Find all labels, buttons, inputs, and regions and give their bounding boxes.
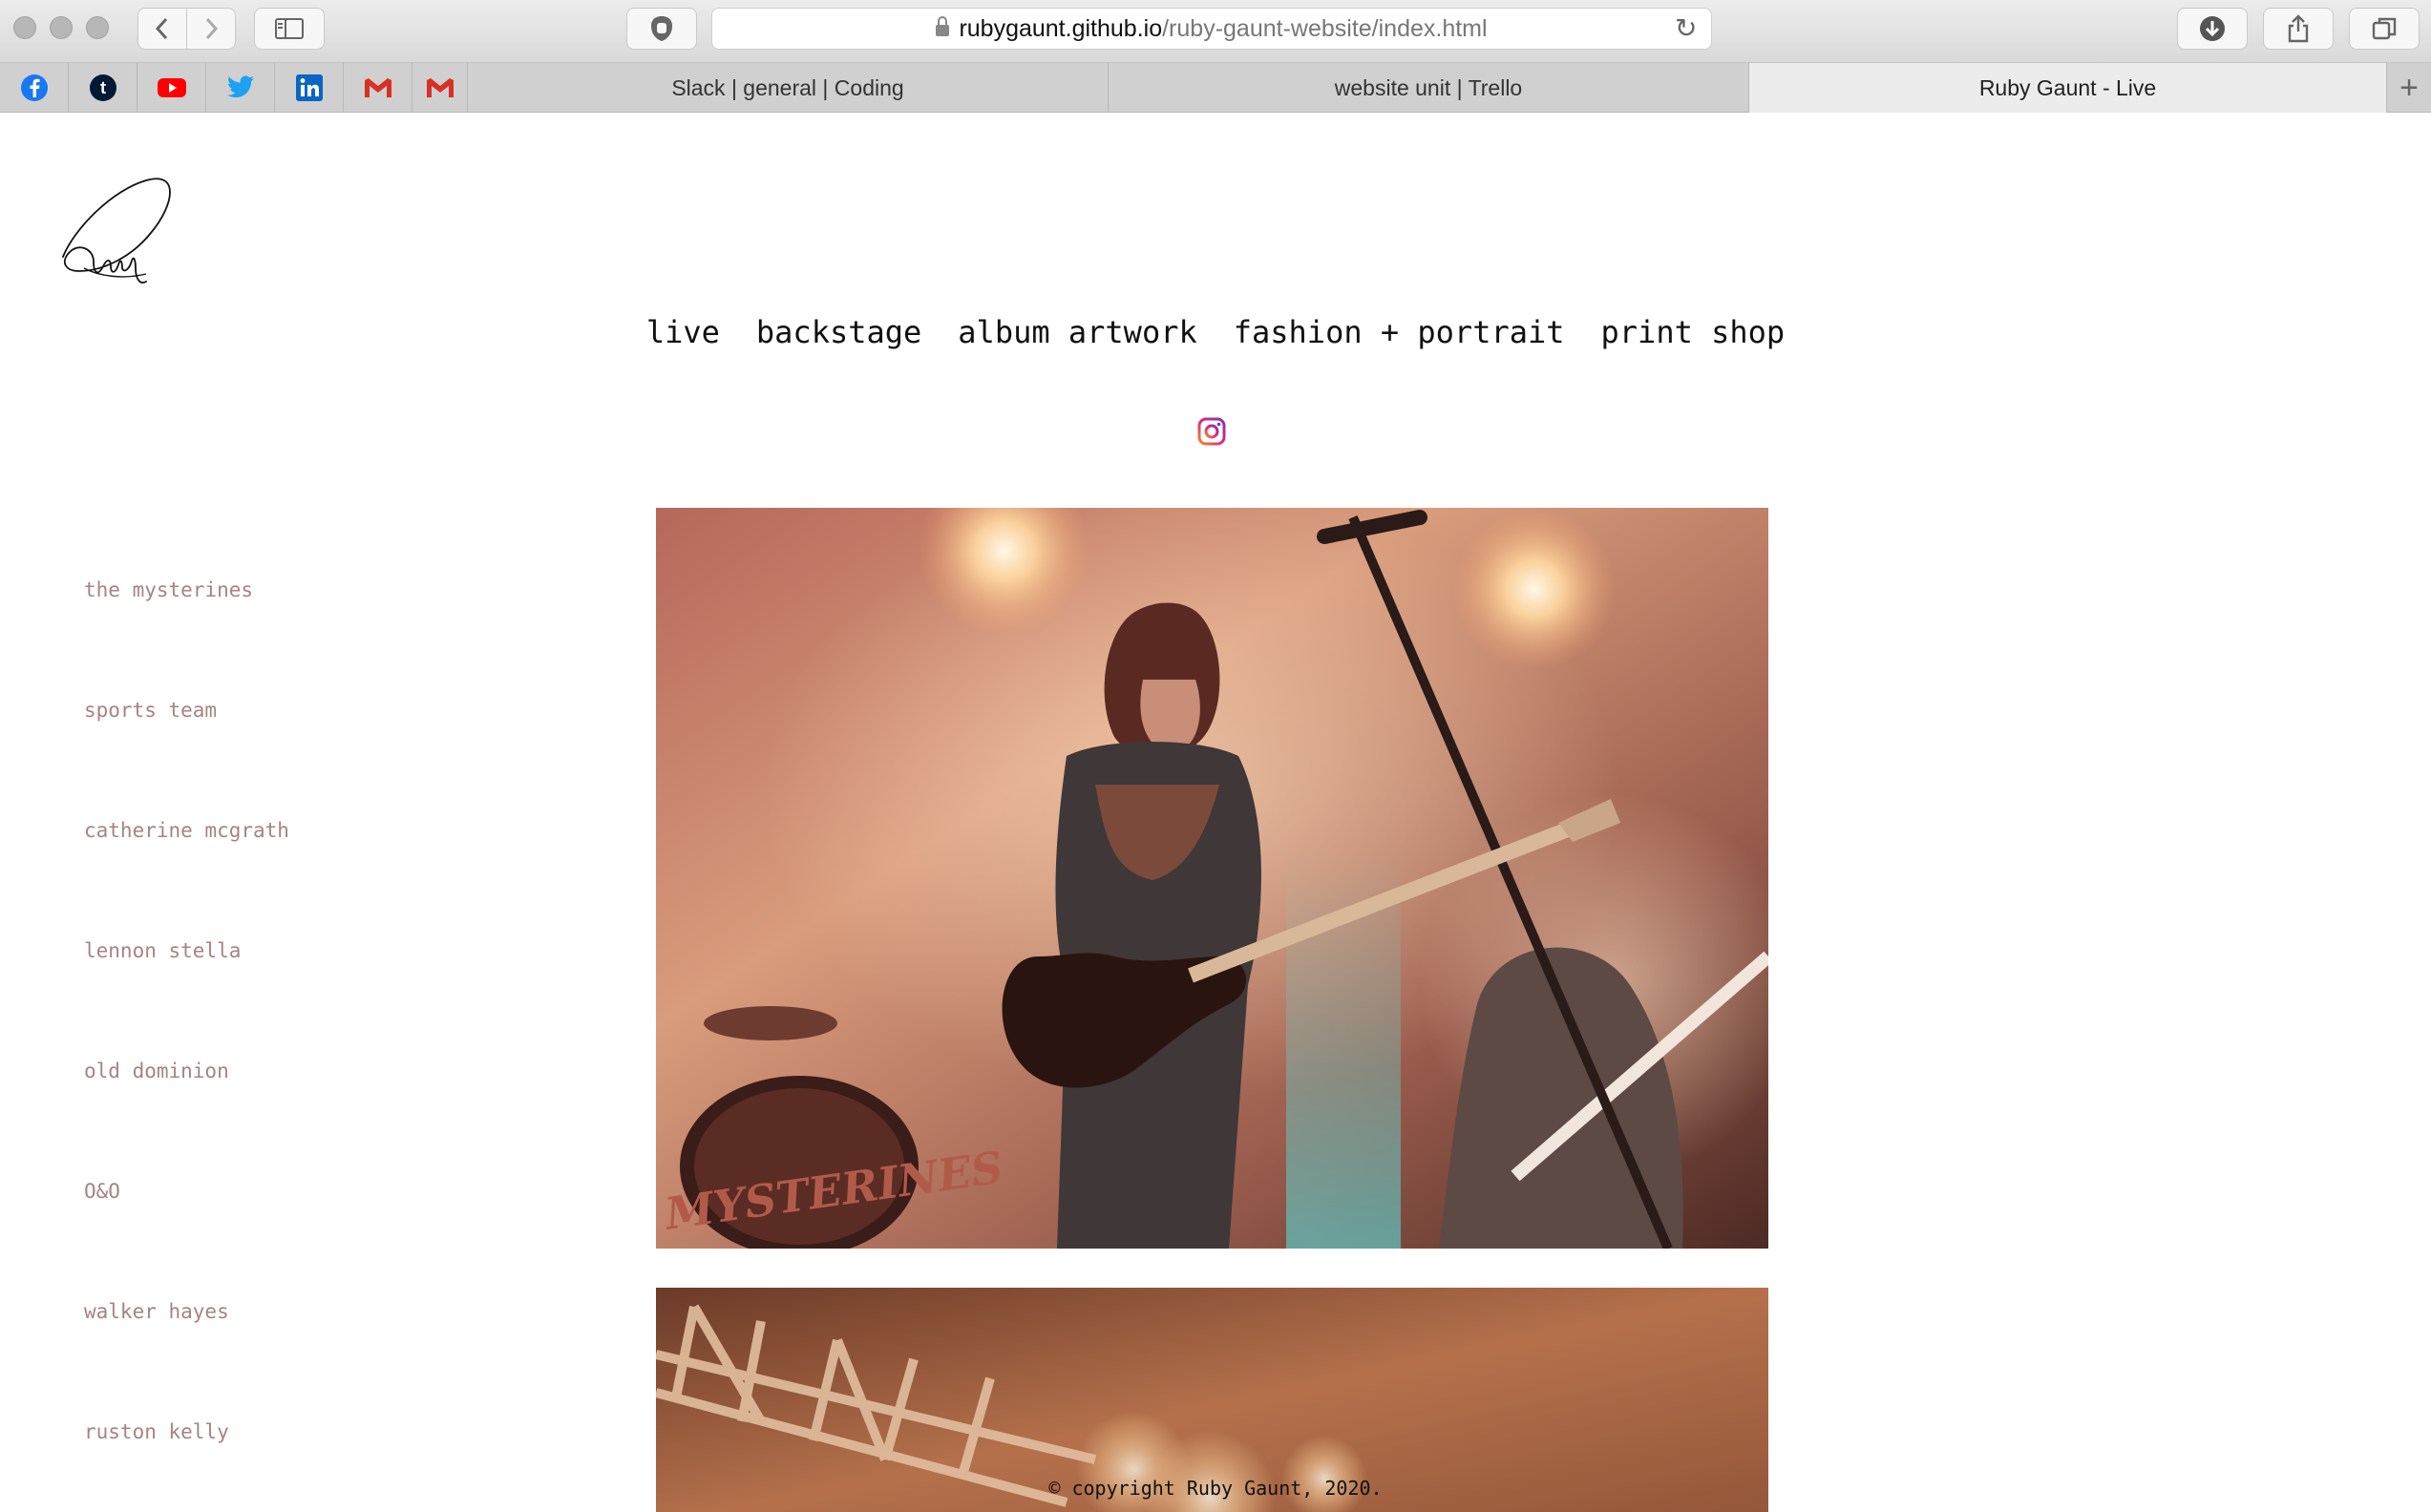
chevron-right-icon [205, 17, 219, 40]
pinned-tab-twitter[interactable] [206, 63, 275, 113]
pinned-tab-youtube[interactable] [137, 63, 206, 113]
share-icon [2288, 14, 2309, 43]
browser-toolbar: rubygaunt.github.io/ruby-gaunt-website/i… [0, 0, 2431, 63]
tab-bar: t Slack | general | Coding website unit … [0, 63, 2431, 113]
main-nav: live backstage album artwork fashion + p… [0, 314, 2431, 350]
twitter-icon [226, 75, 254, 98]
nav-fashion-portrait[interactable]: fashion + portrait [1234, 314, 1565, 350]
gmail-icon [426, 78, 454, 97]
page-content: live backstage album artwork fashion + p… [0, 114, 2431, 1512]
pinned-tab-tumblr[interactable]: t [69, 63, 137, 113]
instagram-icon[interactable] [1197, 417, 1226, 446]
sidebar-item-sports-team[interactable]: sports team [84, 699, 289, 819]
download-icon [2200, 16, 2225, 41]
pinned-tab-gmail-2[interactable] [412, 63, 468, 113]
nav-live[interactable]: live [646, 314, 720, 350]
pinned-tab-linkedin[interactable] [275, 63, 344, 113]
url-host: rubygaunt.github.io [959, 14, 1163, 42]
tumblr-icon: t [89, 74, 116, 101]
privacy-report-button[interactable] [626, 8, 697, 50]
forward-button[interactable] [186, 8, 236, 50]
url-path: /ruby-gaunt-website/index.html [1162, 14, 1488, 42]
chevron-left-icon [155, 17, 168, 40]
sidebar-item-old-dominion[interactable]: old dominion [84, 1060, 289, 1180]
share-button[interactable] [2263, 8, 2334, 50]
tabs-icon [2372, 17, 2397, 40]
nav-album-artwork[interactable]: album artwork [958, 314, 1196, 350]
sidebar-item-the-mysterines[interactable]: the mysterines [84, 578, 289, 699]
tab-trello[interactable]: website unit | Trello [1109, 63, 1749, 113]
tab-label: Slack | general | Coding [671, 74, 904, 100]
address-bar[interactable]: rubygaunt.github.io/ruby-gaunt-website/i… [711, 8, 1712, 50]
tab-slack[interactable]: Slack | general | Coding [468, 63, 1109, 113]
pinned-tab-gmail[interactable] [344, 63, 412, 113]
zoom-window-button[interactable] [86, 16, 109, 39]
linkedin-icon [295, 74, 323, 101]
sidebar-item-lennon-stella[interactable]: lennon stella [84, 939, 289, 1060]
tab-label: website unit | Trello [1334, 74, 1523, 100]
nav-backstage[interactable]: backstage [756, 314, 921, 350]
artist-sidebar: the mysterines sports team catherine mcg… [84, 578, 289, 1512]
sidebar-item-o-and-o[interactable]: O&O [84, 1180, 289, 1300]
new-tab-button[interactable]: + [2387, 63, 2431, 113]
plus-icon: + [2399, 69, 2419, 106]
sidebar-item-catherine-mcgrath[interactable]: catherine mcgrath [84, 819, 289, 939]
reload-icon[interactable]: ↻ [1675, 15, 1700, 42]
copyright-footer: © copyright Ruby Gaunt, 2020. [1048, 1477, 1383, 1500]
signature-logo[interactable] [55, 161, 189, 295]
svg-text:t: t [100, 78, 106, 97]
hand-shield-icon [651, 16, 672, 41]
pinned-tab-facebook[interactable] [0, 63, 69, 113]
minimize-window-button[interactable] [50, 16, 73, 39]
tab-label: Ruby Gaunt - Live [1978, 74, 2157, 100]
sidebar-toggle-button[interactable] [254, 8, 325, 50]
back-button[interactable] [137, 8, 187, 50]
facebook-icon [20, 74, 48, 101]
youtube-icon [157, 78, 186, 97]
downloads-button[interactable] [2177, 8, 2248, 50]
sidebar-item-walker-hayes[interactable]: walker hayes [84, 1300, 289, 1420]
nav-print-shop[interactable]: print shop [1601, 314, 1786, 350]
lock-icon [936, 16, 950, 36]
close-window-button[interactable] [13, 16, 36, 39]
concert-photo[interactable]: THE MYSTERINES [656, 508, 1768, 1249]
gmail-icon [364, 78, 391, 97]
sidebar-icon [275, 18, 304, 39]
tab-overview-button[interactable] [2349, 8, 2420, 50]
tab-ruby-gaunt-live[interactable]: Ruby Gaunt - Live [1749, 63, 2387, 113]
